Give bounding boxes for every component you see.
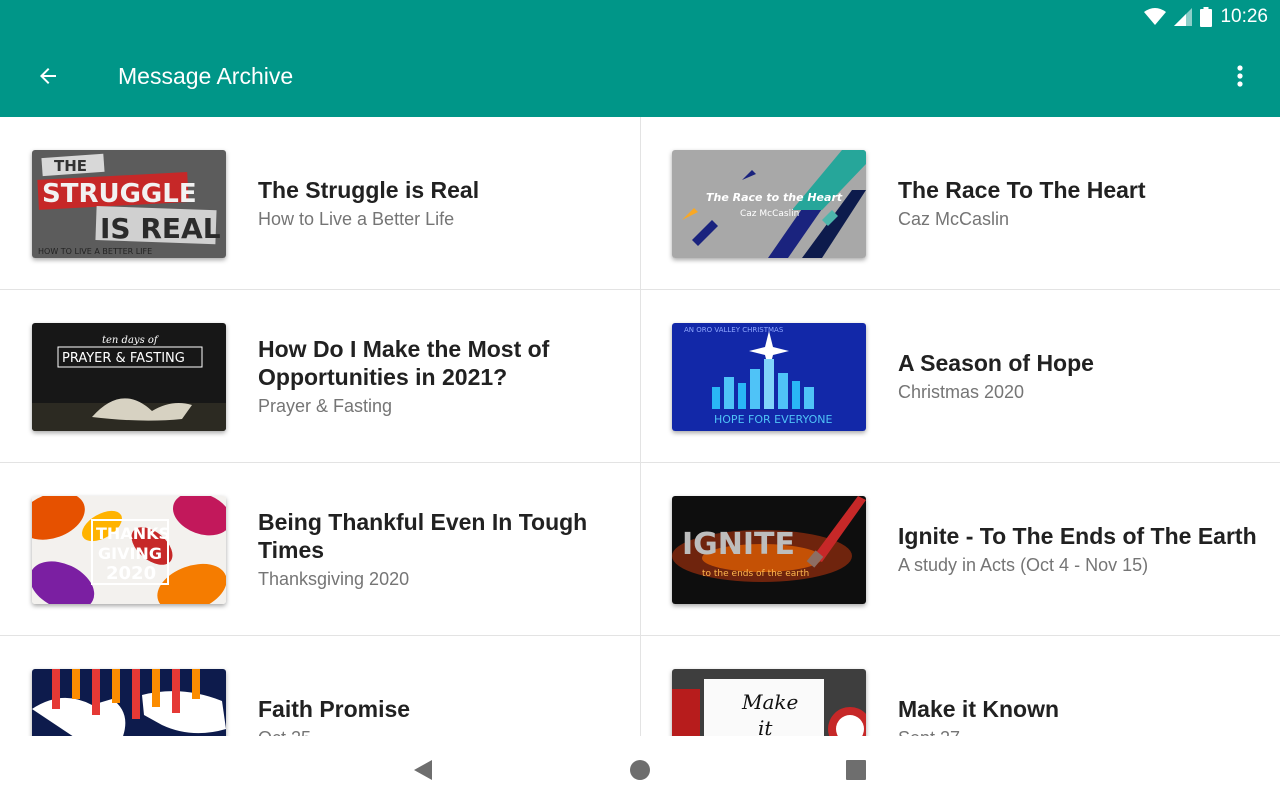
svg-text:Make: Make <box>741 690 798 714</box>
message-subtitle: Caz McCaslin <box>898 208 1010 229</box>
wifi-icon <box>1144 8 1167 25</box>
message-subtitle: Sept 27 <box>898 725 1258 737</box>
back-triangle-icon <box>414 760 432 780</box>
message-subtitle: Prayer & Fasting <box>258 395 393 416</box>
system-nav-bar <box>0 736 1280 800</box>
message-title: The Race To The Heart <box>898 176 1146 203</box>
message-card[interactable]: THANKS GIVING 2020 Being Thankful Even I… <box>0 463 640 636</box>
message-subtitle: Oct 25 <box>258 725 618 737</box>
svg-text:THANKS: THANKS <box>96 524 170 543</box>
svg-text:to the ends of the earth: to the ends of the earth <box>702 569 809 579</box>
system-back-button[interactable] <box>405 752 441 788</box>
message-subtitle: Christmas 2020 <box>898 381 1025 402</box>
message-text: Being Thankful Even In Tough Times Thank… <box>258 463 618 636</box>
message-title: A Season of Hope <box>898 349 1094 376</box>
back-button[interactable] <box>26 54 70 98</box>
message-title: The Struggle is Real <box>258 176 480 203</box>
message-thumbnail: IGNITE to the ends of the earth <box>672 496 866 604</box>
message-text: The Race To The Heart Caz McCaslin <box>898 117 1258 290</box>
message-text: Make it Known Sept 27 <box>898 636 1258 737</box>
message-title: Ignite - To The Ends of The Earth <box>898 522 1257 549</box>
svg-text:IS REAL: IS REAL <box>100 212 221 245</box>
svg-text:HOPE FOR EVERYONE: HOPE FOR EVERYONE <box>714 413 833 426</box>
message-text: A Season of Hope Christmas 2020 <box>898 290 1258 463</box>
message-card[interactable]: AN ORO VALLEY CHRISTMAS HOPE FOR EVERYON… <box>640 290 1280 463</box>
message-subtitle: A study in Acts (Oct 4 - Nov 15) <box>898 554 1149 575</box>
svg-text:PRAYER & FASTING: PRAYER & FASTING <box>62 351 185 366</box>
message-card[interactable]: ten days of PRAYER & FASTING How Do I Ma… <box>0 290 640 463</box>
message-card[interactable]: IGNITE to the ends of the earth Ignite -… <box>640 463 1280 636</box>
home-circle-icon <box>630 760 650 780</box>
svg-text:HOW TO LIVE A BETTER LIFE: HOW TO LIVE A BETTER LIFE <box>38 247 152 256</box>
message-list[interactable]: THE STRUGGLE IS REAL HOW TO LIVE A BETTE… <box>0 117 1280 736</box>
message-thumbnail: THE STRUGGLE IS REAL HOW TO LIVE A BETTE… <box>32 150 226 258</box>
svg-text:IGNITE: IGNITE <box>682 527 795 562</box>
message-subtitle: How to Live a Better Life <box>258 208 455 229</box>
svg-text:GIVING: GIVING <box>98 544 162 563</box>
app-bar: 10:26 Message Archive <box>0 0 1280 117</box>
message-subtitle: Thanksgiving 2020 <box>258 568 410 589</box>
message-title: Faith Promise <box>258 695 411 722</box>
system-home-button[interactable] <box>622 752 658 788</box>
svg-text:The Race to the Heart: The Race to the Heart <box>706 191 843 204</box>
svg-text:it: it <box>758 716 773 736</box>
message-thumbnail: Make it <box>672 669 866 736</box>
svg-text:STRUGGLE: STRUGGLE <box>42 179 197 209</box>
message-text: Faith Promise Oct 25 <box>258 636 618 737</box>
recents-square-icon <box>846 760 866 780</box>
arrow-left-icon <box>40 68 56 84</box>
system-recents-button[interactable] <box>838 752 874 788</box>
message-thumbnail: ten days of PRAYER & FASTING <box>32 323 226 431</box>
message-card[interactable]: Faith Promise Oct 25 <box>0 636 640 736</box>
message-title: How Do I Make the Most of Opportunities … <box>258 335 550 390</box>
message-text: The Struggle is Real How to Live a Bette… <box>258 117 618 290</box>
message-card[interactable]: THE STRUGGLE IS REAL HOW TO LIVE A BETTE… <box>0 117 640 290</box>
status-time: 10:26 <box>1220 6 1268 27</box>
cell-signal-icon <box>1174 8 1193 26</box>
svg-text:2020: 2020 <box>106 563 156 584</box>
message-title: Make it Known <box>898 695 1060 722</box>
message-card[interactable]: Make it Make it Known Sept 27 <box>640 636 1280 736</box>
message-title: Being Thankful Even In Tough Times <box>258 508 588 563</box>
svg-text:ten days of: ten days of <box>102 335 160 346</box>
message-text: How Do I Make the Most of Opportunities … <box>258 290 618 463</box>
message-thumbnail <box>32 669 226 736</box>
message-thumbnail: THANKS GIVING 2020 <box>32 496 226 604</box>
svg-text:Caz McCaslin: Caz McCaslin <box>740 209 799 219</box>
battery-icon <box>1200 7 1213 27</box>
page-title: Message Archive <box>118 63 294 89</box>
message-thumbnail: AN ORO VALLEY CHRISTMAS HOPE FOR EVERYON… <box>672 323 866 431</box>
svg-text:THE: THE <box>54 157 87 175</box>
message-card[interactable]: The Race to the Heart Caz McCaslin The R… <box>640 117 1280 290</box>
status-bar: 10:26 <box>1144 4 1268 30</box>
overflow-menu-button[interactable] <box>1220 56 1260 96</box>
more-vert-icon <box>1237 65 1243 87</box>
message-text: Ignite - To The Ends of The Earth A stud… <box>898 463 1258 636</box>
message-thumbnail: The Race to the Heart Caz McCaslin <box>672 150 866 258</box>
